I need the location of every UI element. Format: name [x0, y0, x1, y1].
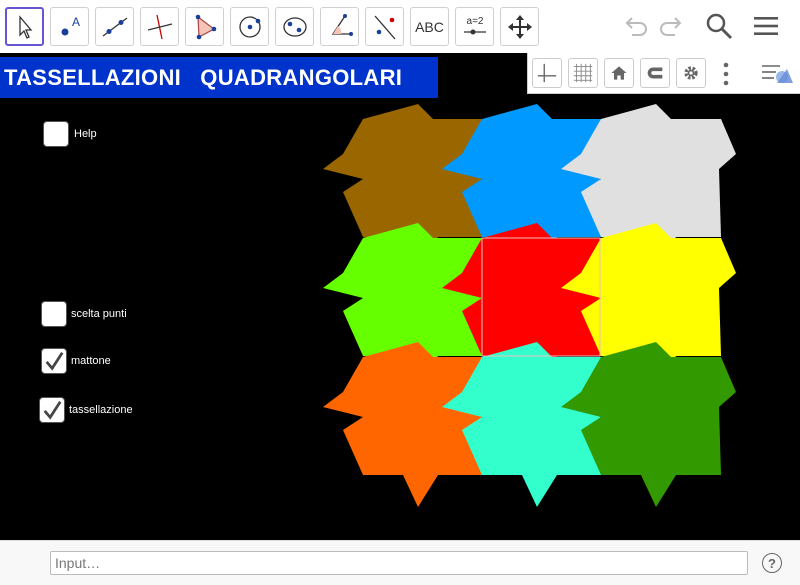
tassellazione-checkbox-box[interactable] [39, 397, 65, 423]
style-bar-icon [762, 65, 793, 83]
redo-icon [660, 17, 682, 36]
ellipse-icon [282, 16, 307, 37]
tassellazione-checkbox-label: tassellazione [69, 404, 133, 416]
slider-tool-button[interactable]: a=2 [455, 7, 494, 46]
toolbar: A ABC a=2 [0, 0, 800, 53]
angle-icon [331, 13, 353, 36]
move-graphics-tool-button[interactable] [500, 7, 539, 46]
input-bar: ? [0, 540, 800, 585]
checkmark-icon [43, 401, 62, 420]
reflect-icon [374, 15, 395, 39]
help-checkbox-label: Help [74, 128, 97, 140]
main-menu-button[interactable] [748, 8, 784, 44]
polygon-icon [195, 14, 216, 39]
checkbox-help[interactable]: Help [43, 121, 97, 147]
svg-text:a=2: a=2 [466, 16, 483, 27]
checkbox-mattone[interactable]: mattone [41, 348, 111, 374]
checkbox-tassellazione[interactable]: tassellazione [39, 397, 133, 423]
circle-icon [238, 15, 261, 38]
text-tool-button[interactable]: ABC [410, 7, 449, 46]
snap-button[interactable] [640, 58, 670, 88]
magnet-icon [647, 67, 663, 79]
checkmark-icon [45, 352, 64, 371]
arrow-cursor-icon [18, 14, 32, 39]
mattone-checkbox-label: mattone [71, 355, 111, 367]
line-icon [102, 16, 127, 37]
slider-icon: a=2 [463, 16, 486, 34]
scelta-punti-checkbox-box[interactable] [41, 301, 67, 327]
help-checkbox-box[interactable] [43, 121, 69, 147]
menu-icon [754, 17, 778, 35]
polygon-tool-button[interactable] [185, 7, 224, 46]
svg-text:A: A [72, 15, 80, 29]
tessellation-drawing [323, 104, 736, 507]
grid-button[interactable] [568, 58, 598, 88]
settings-button[interactable] [676, 58, 706, 88]
undo-button[interactable] [617, 8, 653, 44]
point-icon: A [61, 15, 80, 35]
reflect-tool-button[interactable] [365, 7, 404, 46]
angle-tool-button[interactable] [320, 7, 359, 46]
ellipse-tool-button[interactable] [275, 7, 314, 46]
page-title: TASSELLAZIONI QUADRANGOLARI [0, 57, 438, 98]
redo-button[interactable] [654, 8, 690, 44]
line-tool-button[interactable] [95, 7, 134, 46]
move-tool-button[interactable] [5, 7, 44, 46]
input-help-button[interactable]: ? [762, 553, 782, 573]
home-icon [611, 66, 627, 80]
circle-tool-button[interactable] [230, 7, 269, 46]
perpendicular-tool-button[interactable] [140, 7, 179, 46]
perpendicular-icon [147, 14, 172, 39]
move-graphics-icon [507, 14, 532, 39]
home-button[interactable] [604, 58, 634, 88]
more-button[interactable] [718, 61, 734, 87]
scelta-punti-checkbox-label: scelta punti [71, 308, 127, 320]
checkbox-scelta-punti[interactable]: scelta punti [41, 301, 127, 327]
graphics-style-bar [527, 53, 800, 94]
point-tool-button[interactable]: A [50, 7, 89, 46]
grid-icon [573, 63, 593, 83]
search-icon [706, 13, 733, 40]
gear-icon [684, 66, 698, 80]
undo-icon [625, 17, 647, 36]
more-icon [723, 62, 729, 86]
graphics-view[interactable]: TASSELLAZIONI QUADRANGOLARI Help scelta … [0, 53, 800, 540]
text-icon: ABC [415, 18, 444, 35]
axes-button[interactable] [532, 58, 562, 88]
mattone-checkbox-box[interactable] [41, 348, 67, 374]
axes-icon [537, 63, 557, 83]
style-bar-toggle[interactable] [760, 60, 794, 88]
algebra-input-field[interactable] [50, 551, 748, 575]
search-button[interactable] [701, 8, 737, 44]
